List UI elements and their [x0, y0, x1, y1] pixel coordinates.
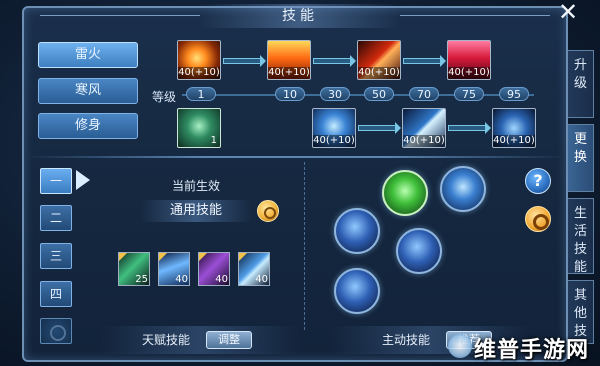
talent-level: 40 — [215, 274, 228, 285]
level-marker: 10 — [275, 87, 305, 101]
adjust-button[interactable]: 调整 — [206, 331, 252, 349]
talent-skills-label: 天赋技能 — [142, 333, 191, 347]
skill-slot-thunder-4[interactable]: 40(+10) — [492, 108, 536, 148]
arrow-right-icon — [448, 122, 491, 134]
summon-figure-icon[interactable] — [440, 166, 486, 212]
arrows-icon[interactable] — [334, 208, 380, 254]
tab-upgrade[interactable]: 升级 — [568, 50, 594, 118]
page-button-4[interactable]: 四 — [40, 281, 72, 307]
category-button-thunder-fire[interactable]: 雷火 — [38, 42, 138, 68]
skill-slot-thunder-1[interactable]: 1 — [177, 108, 221, 148]
current-effect-label: 当前生效 — [172, 179, 221, 193]
talent-slot-4[interactable]: 40 — [238, 252, 270, 286]
game-screen: 技能 ✕ 雷火 寒风 修身 40(+10) 40(+10) 40(+10) 40… — [0, 0, 600, 366]
category-button-self-cultivation[interactable]: 修身 — [38, 113, 138, 139]
play-triangle-icon — [76, 170, 90, 190]
skill-level: 40(+10) — [448, 67, 490, 79]
talent-skills-bar: 天赋技能 — [100, 326, 300, 354]
talent-slot-2[interactable]: 40 — [158, 252, 190, 286]
running-figure-icon[interactable] — [382, 170, 428, 216]
talent-slot-3[interactable]: 40 — [198, 252, 230, 286]
column-divider — [304, 162, 305, 330]
level-marker: 75 — [454, 87, 484, 101]
watermark-logo — [448, 334, 472, 358]
close-icon: ✕ — [557, 0, 579, 26]
tab-life-skills[interactable]: 生活技能 — [568, 198, 594, 275]
talent-slot-1[interactable]: 25 — [118, 252, 150, 286]
skill-level: 40(+10) — [493, 135, 535, 147]
talent-level: 40 — [255, 274, 268, 285]
lightning-orb-icon[interactable] — [396, 228, 442, 274]
arrow-right-icon — [358, 122, 401, 134]
level-marker: 30 — [320, 87, 350, 101]
watermark: 维普手游网 — [474, 338, 590, 363]
section-divider — [26, 156, 566, 158]
close-button[interactable]: ✕ — [556, 0, 580, 26]
talent-level: 25 — [135, 274, 148, 285]
talent-level: 40 — [175, 274, 188, 285]
skill-level: 40(+10) — [268, 67, 310, 79]
page-button-2[interactable]: 二 — [40, 205, 72, 231]
skill-level: 40(+10) — [313, 135, 355, 147]
skill-slot-fire-4[interactable]: 40(+10) — [447, 40, 491, 80]
skill-slot-fire-3[interactable]: 40(+10) — [357, 40, 401, 80]
skill-slot-thunder-3[interactable]: 40(+10) — [402, 108, 446, 148]
page-button-1[interactable]: 一 — [40, 168, 72, 194]
tab-replace[interactable]: 更换 — [568, 124, 594, 192]
title-ornament-right — [400, 15, 550, 16]
level-label: 等级 — [152, 90, 177, 104]
level-marker: 70 — [409, 87, 439, 101]
page-button-locked[interactable] — [40, 318, 72, 344]
skill-slot-fire-2[interactable]: 40(+10) — [267, 40, 311, 80]
current-effect-value: 通用技能 — [140, 200, 252, 222]
skill-level: 40(+10) — [358, 67, 400, 79]
thunder-palm-icon[interactable] — [334, 268, 380, 314]
skill-level: 1 — [210, 135, 217, 146]
swap-icon[interactable] — [257, 200, 279, 222]
window-title: 技能 — [200, 4, 400, 28]
skill-level: 40(+10) — [403, 135, 445, 147]
level-marker: 1 — [186, 87, 216, 101]
category-button-cold-wind[interactable]: 寒风 — [38, 78, 138, 104]
arrow-right-icon — [223, 55, 266, 67]
active-skills-label: 主动技能 — [382, 333, 431, 347]
arrow-right-icon — [403, 55, 446, 67]
level-marker: 95 — [499, 87, 529, 101]
skill-slot-thunder-2[interactable]: 40(+10) — [312, 108, 356, 148]
arrow-right-icon — [313, 55, 356, 67]
skill-level: 40(+10) — [178, 67, 220, 79]
title-ornament-left — [40, 15, 200, 16]
help-button[interactable]: ? — [525, 168, 551, 194]
gear-icon[interactable] — [525, 206, 551, 232]
skill-slot-fire-1[interactable]: 40(+10) — [177, 40, 221, 80]
page-button-3[interactable]: 三 — [40, 243, 72, 269]
question-mark-icon: ? — [533, 171, 543, 190]
level-marker: 50 — [364, 87, 394, 101]
